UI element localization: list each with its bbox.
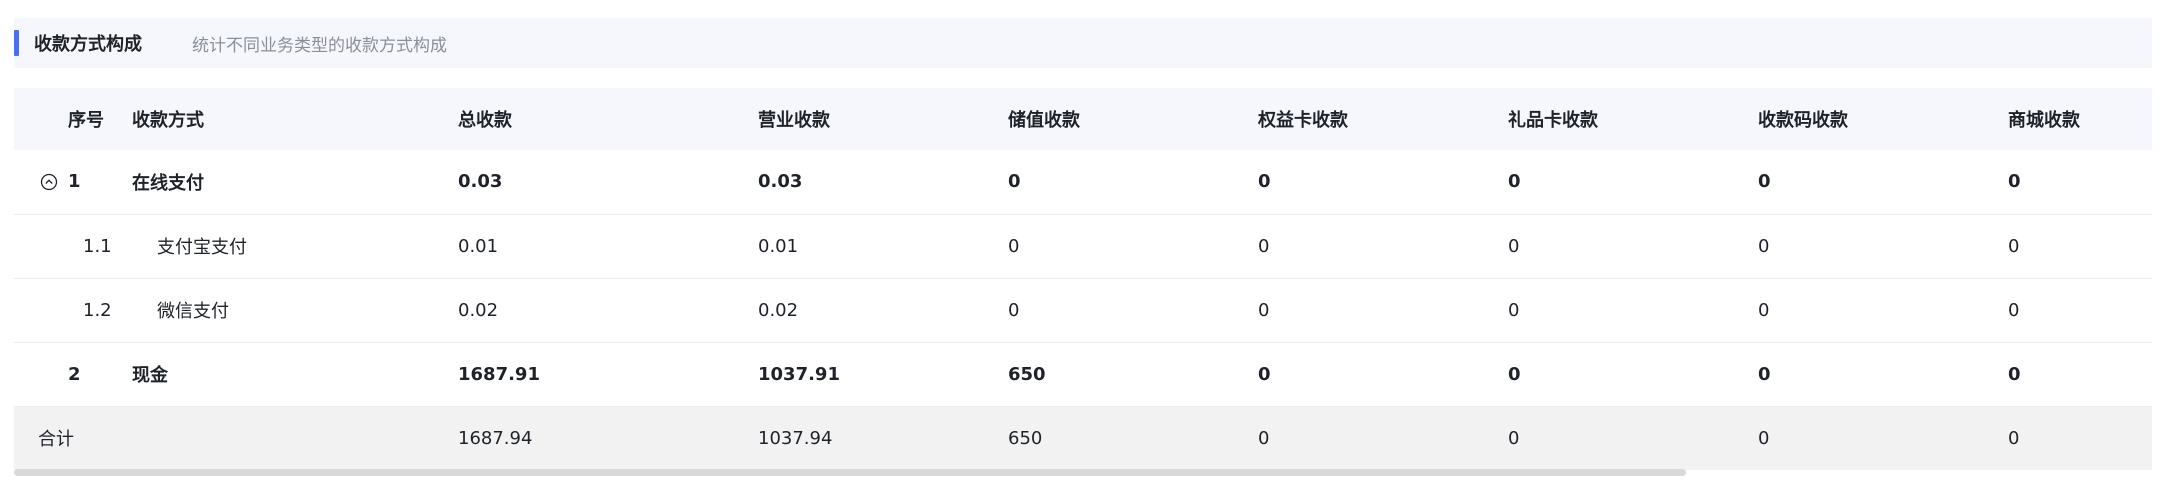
row-gift: 0 (1508, 171, 1521, 193)
section-title: 收款方式构成 (34, 34, 142, 55)
row-stored: 650 (1008, 363, 1046, 385)
header-equity-card: 权益卡收款 (1258, 110, 1348, 131)
row-code: 0 (1758, 171, 1771, 193)
total-business: 1037.94 (758, 427, 833, 449)
row-business: 1037.91 (758, 363, 840, 385)
horizontal-scrollbar[interactable] (14, 469, 1686, 476)
row-code: 0 (1758, 363, 1771, 385)
row-index: 1.2 (83, 299, 112, 321)
row-index: 1 (68, 171, 81, 193)
table-total-row: 合计 1687.94 1037.94 650 0 0 0 0 (14, 406, 2152, 470)
payment-method-table: 序号 收款方式 总收款 营业收款 储值收款 权益卡收款 礼品卡收款 收款码收款 … (14, 88, 2152, 472)
row-total: 0.01 (458, 235, 499, 257)
accent-bar (14, 30, 19, 56)
row-business: 0.01 (758, 235, 799, 257)
section-subtitle: 统计不同业务类型的收款方式构成 (192, 35, 447, 56)
row-mall: 0 (2008, 363, 2021, 385)
total-label: 合计 (38, 429, 74, 451)
row-stored: 0 (1008, 235, 1020, 257)
header-qr-code: 收款码收款 (1758, 110, 1848, 131)
header-gift-card: 礼品卡收款 (1508, 110, 1598, 131)
row-gift: 0 (1508, 299, 1520, 321)
row-code: 0 (1758, 299, 1770, 321)
row-method: 微信支付 (157, 301, 229, 322)
table-row: 1.1 支付宝支付 0.01 0.01 0 0 0 0 0 (14, 214, 2152, 278)
table-row: 1 在线支付 0.03 0.03 0 0 0 0 0 (14, 150, 2152, 214)
header-stored: 储值收款 (1008, 110, 1080, 131)
row-business: 0.03 (758, 171, 803, 193)
row-method: 在线支付 (132, 172, 204, 194)
row-mall: 0 (2008, 171, 2021, 193)
row-gift: 0 (1508, 363, 1521, 385)
header-total: 总收款 (458, 110, 512, 131)
table-row: 2 现金 1687.91 1037.91 650 0 0 0 0 (14, 342, 2152, 406)
row-gift: 0 (1508, 235, 1520, 257)
total-code: 0 (1758, 427, 1770, 449)
row-method: 支付宝支付 (157, 237, 247, 258)
row-equity: 0 (1258, 363, 1271, 385)
row-total: 1687.91 (458, 363, 540, 385)
header-business: 营业收款 (758, 110, 830, 131)
row-mall: 0 (2008, 299, 2020, 321)
header-mall: 商城收款 (2008, 110, 2080, 131)
row-equity: 0 (1258, 171, 1271, 193)
section-header: 收款方式构成 统计不同业务类型的收款方式构成 (14, 18, 2152, 68)
table-row: 1.2 微信支付 0.02 0.02 0 0 0 0 0 (14, 278, 2152, 342)
row-stored: 0 (1008, 299, 1020, 321)
row-equity: 0 (1258, 299, 1270, 321)
row-index: 2 (68, 363, 81, 385)
header-method: 收款方式 (132, 110, 204, 131)
row-business: 0.02 (758, 299, 799, 321)
collapse-circle-icon[interactable] (40, 173, 58, 191)
header-index: 序号 (68, 110, 104, 131)
row-equity: 0 (1258, 235, 1270, 257)
row-method: 现金 (132, 365, 168, 386)
row-index: 1.1 (83, 235, 112, 257)
row-code: 0 (1758, 235, 1770, 257)
row-total: 0.02 (458, 299, 499, 321)
table-header-row: 序号 收款方式 总收款 营业收款 储值收款 权益卡收款 礼品卡收款 收款码收款 … (14, 88, 2152, 150)
total-stored: 650 (1008, 427, 1043, 449)
total-equity: 0 (1258, 427, 1270, 449)
row-total: 0.03 (458, 171, 503, 193)
total-gift: 0 (1508, 427, 1520, 449)
total-total: 1687.94 (458, 427, 533, 449)
row-mall: 0 (2008, 235, 2020, 257)
total-mall: 0 (2008, 427, 2020, 449)
row-stored: 0 (1008, 171, 1021, 193)
